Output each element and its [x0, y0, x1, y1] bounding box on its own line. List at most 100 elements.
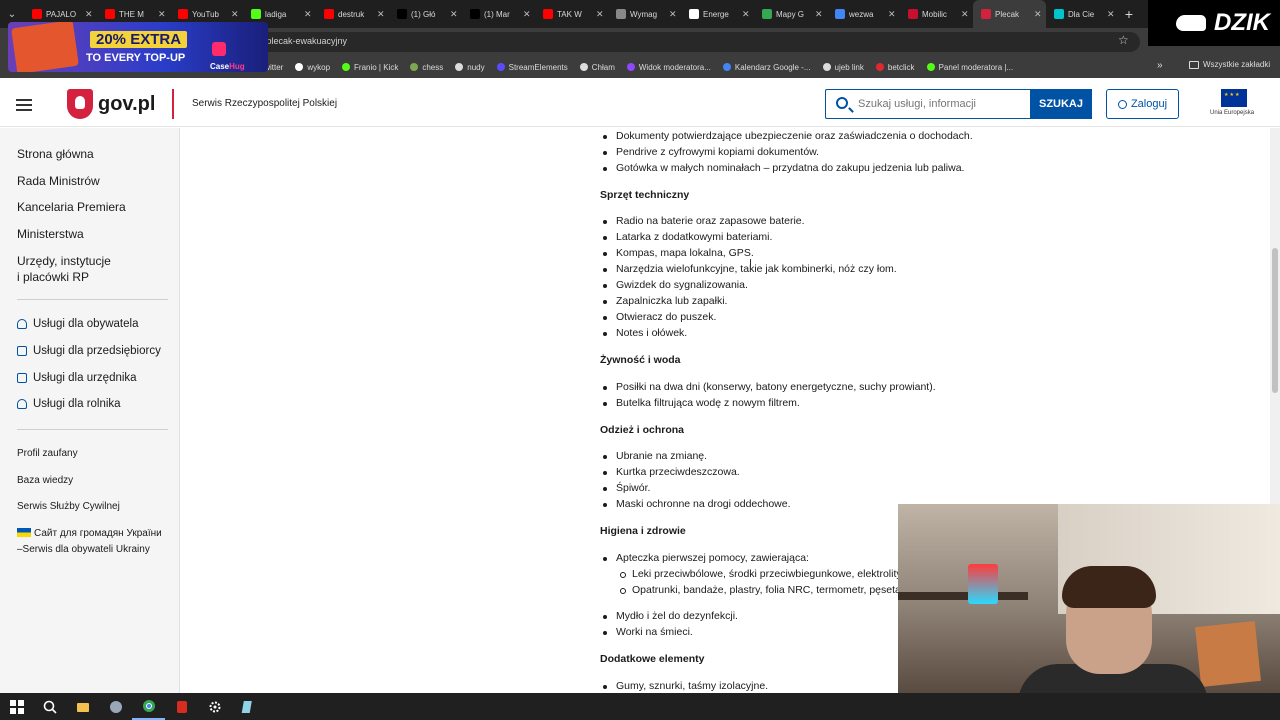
bookmark-favicon-icon	[295, 63, 304, 71]
tab-close-icon[interactable]: ✕	[742, 9, 750, 20]
browser-tab[interactable]: Mapy G ✕	[754, 0, 827, 28]
app-icon	[109, 700, 122, 713]
bookmark-item[interactable]: Widok moderatora...	[626, 63, 711, 72]
webcam-crate	[1195, 621, 1261, 687]
start-button[interactable]	[0, 693, 33, 720]
tab-close-icon[interactable]: ✕	[523, 9, 531, 20]
browser-tab[interactable]: Wymag ✕	[608, 0, 681, 28]
sidebar-service-farmer[interactable]: Usługi dla rolnika	[17, 398, 121, 410]
sidebar-service-citizen[interactable]: Usługi dla obywatela	[17, 318, 138, 330]
browser-tab[interactable]: Energe ✕	[681, 0, 754, 28]
sidebar-item-offices[interactable]: Urzędy, instytucje	[17, 253, 111, 269]
site-logo[interactable]: gov.pl	[98, 93, 155, 116]
tab-close-icon[interactable]: ✕	[961, 9, 969, 20]
list-item: Mydło i żel do dezynfekcji.	[603, 610, 738, 622]
bookmark-item[interactable]: Panel moderatora |...	[926, 62, 1014, 72]
sidebar-link-ukraine[interactable]: Сайт для громадян України	[17, 526, 162, 542]
browser-tab[interactable]: Mobilic ✕	[900, 0, 973, 28]
bookmark-label: Panel moderatora |...	[938, 62, 1014, 72]
bookmark-item[interactable]: StreamElements	[496, 63, 568, 72]
bookmarks-overflow-icon[interactable]: »	[1157, 60, 1163, 71]
tab-close-icon[interactable]: ✕	[377, 9, 385, 20]
sidebar-link-civil-service[interactable]: Serwis Służby Cywilnej	[17, 499, 120, 515]
sidebar-link-trusted-profile[interactable]: Profil zaufany	[17, 446, 78, 462]
bookmark-item[interactable]: ujeb link	[822, 62, 864, 72]
sidebar-link-ukraine-line2[interactable]: –Serwis dla obywateli Ukrainy	[17, 542, 150, 558]
sidebar-item-chancellery[interactable]: Kancelaria Premiera	[17, 199, 126, 215]
browser-tab[interactable]: (1) Głó ✕	[389, 0, 462, 28]
bookmark-item[interactable]: Franio | Kick	[342, 63, 398, 72]
bookmark-label: ujeb link	[834, 62, 864, 72]
all-bookmarks[interactable]: Wszystkie zakładki	[1189, 60, 1270, 69]
bookmark-item[interactable]: betclick	[875, 63, 915, 72]
search-input[interactable]	[858, 96, 1023, 112]
tab-title: Dla Cie	[1068, 9, 1095, 19]
bookmark-favicon-icon	[410, 63, 419, 71]
menu-hamburger-icon[interactable]	[16, 99, 32, 114]
gov-emblem-icon[interactable]	[67, 89, 93, 119]
windows-taskbar	[0, 693, 1280, 720]
taskbar-search-button[interactable]	[33, 693, 66, 720]
bookmark-item[interactable]: wykop	[295, 63, 330, 72]
sidebar-link-knowledge-base[interactable]: Baza wiedzy	[17, 473, 73, 489]
folder-icon	[76, 702, 89, 712]
bookmark-star-icon[interactable]: ☆	[1118, 33, 1129, 47]
scrollbar-thumb[interactable]	[1272, 248, 1278, 393]
tab-title: THE M	[119, 9, 144, 19]
bookmark-item[interactable]: Chłam	[579, 63, 615, 72]
sidebar-item-ministries[interactable]: Ministerstwa	[17, 226, 84, 242]
bookmark-item[interactable]: nudy	[455, 63, 485, 72]
recording-app-icon	[176, 700, 187, 713]
tab-close-icon[interactable]: ✕	[85, 9, 93, 20]
tab-close-icon[interactable]: ✕	[596, 9, 604, 20]
browser-tab[interactable]: TAK W ✕	[535, 0, 608, 28]
bookmark-label: wykop	[307, 62, 331, 72]
browser-tab[interactable]: Plecak ✕	[973, 0, 1046, 28]
url-text[interactable]: i/plecak-ewakuacyjny	[262, 36, 347, 46]
tab-close-icon[interactable]: ✕	[815, 9, 823, 20]
browser-tab[interactable]: Dla Cie ✕	[1046, 0, 1119, 28]
sidebar-item-offices-line2[interactable]: i placówki RP	[17, 269, 89, 285]
tab-close-icon[interactable]: ✕	[888, 9, 896, 20]
tab-title: PAJALO	[46, 9, 77, 19]
taskbar-chrome[interactable]	[132, 693, 165, 720]
tab-title: Wymag	[630, 9, 658, 19]
promo-line1: 20% EXTRA	[90, 31, 188, 48]
bookmark-item[interactable]: chess	[410, 63, 443, 72]
taskbar-notepad[interactable]	[231, 693, 264, 720]
login-button[interactable]: Zaloguj	[1106, 89, 1179, 119]
tab-favicon-icon	[689, 9, 699, 19]
sidebar-item-council-of-ministers[interactable]: Rada Ministrów	[17, 173, 100, 189]
browser-tab[interactable]: (1) Mar ✕	[462, 0, 535, 28]
sidebar-service-business[interactable]: Usługi dla przedsiębiorcy	[17, 345, 161, 357]
chrome-icon	[142, 699, 155, 712]
sidebar-item-home[interactable]: Strona główna	[17, 146, 94, 162]
sidebar-service-official[interactable]: Usługi dla urzędnika	[17, 372, 137, 384]
browser-tab[interactable]: wezwa ✕	[827, 0, 900, 28]
taskbar-file-explorer[interactable]	[66, 693, 99, 720]
tab-close-icon[interactable]: ✕	[304, 9, 312, 20]
tab-close-icon[interactable]: ✕	[1107, 9, 1115, 20]
tab-close-icon[interactable]: ✕	[1034, 9, 1042, 20]
tab-close-icon[interactable]: ✕	[158, 9, 166, 20]
search-button[interactable]: SZUKAJ	[1030, 89, 1092, 119]
sidebar-divider	[17, 299, 168, 300]
tab-favicon-icon	[1054, 9, 1064, 19]
bookmark-item[interactable]: Kalendarz Google -...	[722, 63, 811, 72]
list-item: Worki na śmieci.	[603, 626, 693, 638]
bookmark-favicon-icon	[496, 63, 505, 71]
tab-close-icon[interactable]: ✕	[231, 9, 239, 20]
taskbar-settings[interactable]	[198, 693, 231, 720]
taskbar-app[interactable]	[99, 693, 132, 720]
taskbar-obs[interactable]	[165, 693, 198, 720]
section-heading-extra: Dodatkowe elementy	[600, 653, 705, 665]
tab-close-icon[interactable]: ✕	[669, 9, 677, 20]
new-tab-button[interactable]: +	[1119, 6, 1139, 22]
tab-title: (1) Głó	[411, 9, 436, 19]
omnibox[interactable]	[210, 32, 1140, 52]
tab-title: TAK W	[557, 9, 582, 19]
list-item: Ubranie na zmianę.	[602, 450, 708, 462]
bookmark-favicon-icon	[875, 63, 884, 71]
browser-tab[interactable]: destruk ✕	[316, 0, 389, 28]
tab-close-icon[interactable]: ✕	[450, 9, 458, 20]
